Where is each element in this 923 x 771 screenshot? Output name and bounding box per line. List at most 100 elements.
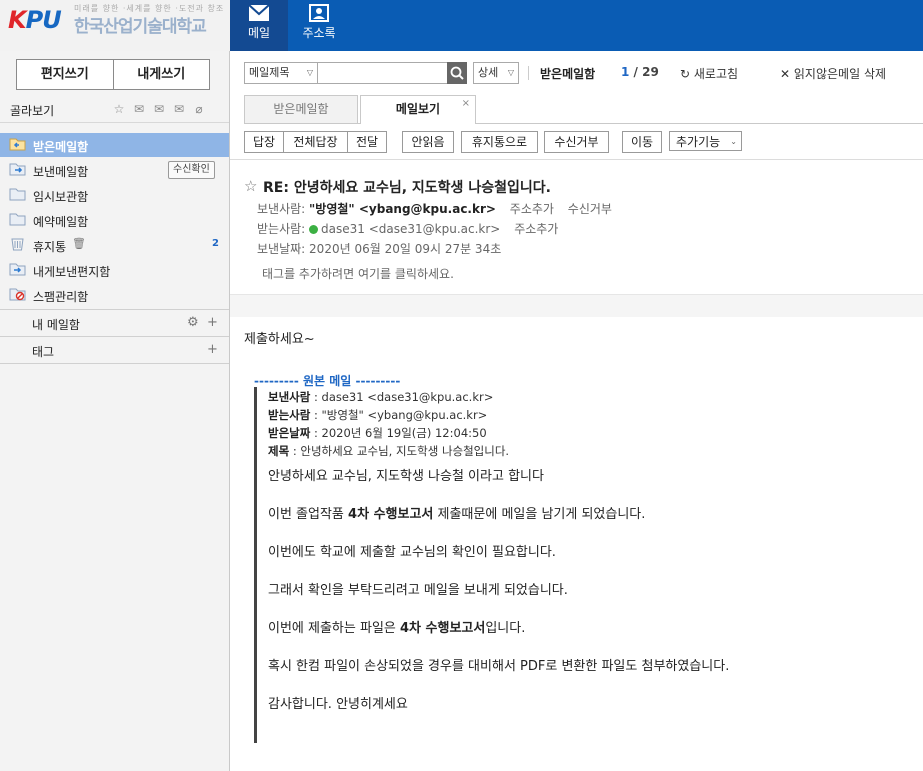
quote-bar <box>254 387 257 743</box>
sidebar-item-spam[interactable]: 스팸관리함 <box>0 283 229 307</box>
chevron-down-icon: ⌄ <box>730 137 737 146</box>
mail-subject: RE: 안녕하세요 교수님, 지도학생 나승철입니다. <box>263 180 551 196</box>
tab-close-icon[interactable]: × <box>462 90 470 117</box>
paragraph-text: 제출때문에 메일을 남기게 되었습니다. <box>433 507 646 522</box>
original-to: 받는사람 : "방영철" <ybang@kpu.ac.kr> <box>268 407 487 423</box>
original-paragraph: 안녕하세요 교수님, 지도학생 나승철 이라고 합니다 <box>268 469 544 484</box>
quick-filter-row: 골라보기 ☆ ✉ ✉ ✉ ⌀ <box>0 96 229 123</box>
tags-section[interactable]: 태그 + <box>0 336 229 364</box>
quick-filter-icons: ☆ ✉ ✉ ✉ ⌀ <box>112 102 206 116</box>
sidebar-item-trash[interactable]: 휴지통 🗑 2 <box>0 233 229 257</box>
mail-icon[interactable]: ✉ <box>132 102 146 116</box>
attach-icon[interactable]: ⌀ <box>192 102 206 116</box>
original-paragraph: 그래서 확인을 부탁드리려고 메일을 보내게 되었습니다. <box>268 583 568 598</box>
detail-search-label: 상세 <box>478 66 499 79</box>
original-paragraph: 이번 졸업작품 4차 수행보고서 제출때문에 메일을 남기게 되었습니다. <box>268 503 645 522</box>
trash-icon <box>11 238 24 251</box>
move-to-trash-button[interactable]: 휴지통으로 <box>461 131 538 153</box>
sidebar-item-label: 예약메일함 <box>33 215 89 229</box>
refresh-button[interactable]: ↻ 새로고침 <box>680 65 738 82</box>
reply-button[interactable]: 답장 <box>244 131 284 153</box>
original-mail-separator: --------- 원본 메일 --------- <box>254 374 401 388</box>
forward-button[interactable]: 전달 <box>347 131 387 153</box>
original-subject: 제목 : 안녕하세요 교수님, 지도학생 나승철입니다. <box>268 443 509 459</box>
tab-inbox[interactable]: 받은메일함 <box>244 95 358 123</box>
from-value[interactable]: "방영철" <ybang@kpu.ac.kr> <box>309 202 496 216</box>
header-body-divider <box>230 294 923 317</box>
quick-filter-label: 골라보기 <box>10 104 55 118</box>
add-contact-link[interactable]: 주소추가 <box>514 222 558 236</box>
sidebar-item-label: 보낸메일함 <box>33 165 89 179</box>
add-tag-icon[interactable]: + <box>207 342 218 357</box>
from-label: 보낸사람: <box>257 202 306 216</box>
search-button[interactable] <box>447 62 467 84</box>
mark-unread-button[interactable]: 안읽음 <box>402 131 454 153</box>
page-total: 29 <box>642 65 659 79</box>
date-value: 2020년 06월 20일 09시 27분 34초 <box>309 242 502 256</box>
detail-search-select[interactable]: 상세 ▽ <box>473 62 519 84</box>
sidebar-item-inbox[interactable]: 받은메일함 <box>0 133 229 157</box>
my-mailbox-label: 내 메일함 <box>32 318 80 332</box>
mail-me-icon[interactable]: ✉ <box>172 102 186 116</box>
star-icon[interactable]: ☆ <box>244 177 257 195</box>
sidebar-item-self-sent[interactable]: 내게보낸편지함 <box>0 258 229 282</box>
logo[interactable]: KPU 미래를 향한 ·세계를 향한 ·도전과 창조 한국산업기술대학교 <box>0 0 230 51</box>
tags-label: 태그 <box>32 345 55 359</box>
mail-open-icon[interactable]: ✉ <box>152 102 166 116</box>
chevron-down-icon: ▽ <box>306 68 313 77</box>
gear-icon[interactable]: ⚙ <box>187 315 199 330</box>
mail-icon <box>248 4 270 21</box>
add-contact-link[interactable]: 주소추가 <box>510 202 554 216</box>
page-separator: / <box>629 65 643 79</box>
to-label: 받는사람: <box>257 222 306 236</box>
date-label: 보낸날짜: <box>257 242 306 256</box>
date-row: 보낸날짜: 2020년 06월 20일 09시 27분 34초 <box>257 240 501 257</box>
more-functions-label: 추가기능 <box>676 135 721 149</box>
refresh-icon: ↻ <box>680 67 691 81</box>
search-field-select[interactable]: 메일제목 ▽ <box>244 62 318 84</box>
nav-mail[interactable]: 메일 <box>230 0 288 51</box>
more-functions-select[interactable]: 추가기능 ⌄ <box>669 131 742 151</box>
compose-button[interactable]: 편지쓰기 <box>17 60 113 89</box>
move-button[interactable]: 이동 <box>622 131 662 153</box>
delete-unread-button[interactable]: ✕ 읽지않은메일 삭제 <box>780 65 886 82</box>
sidebar-item-reserved[interactable]: 예약메일함 <box>0 208 229 232</box>
sidebar-item-drafts[interactable]: 임시보관함 <box>0 183 229 207</box>
tab-bar: 받은메일함 메일보기 × <box>244 95 923 124</box>
nav-contacts[interactable]: 주소록 <box>290 0 348 51</box>
refresh-label: 새로고침 <box>693 67 739 81</box>
sidebar-item-label: 받은메일함 <box>33 140 89 154</box>
paragraph-text: 이번 졸업작품 <box>268 507 349 522</box>
to-value[interactable]: dase31 <dase31@kpu.ac.kr> <box>321 222 500 236</box>
original-paragraph: 이번에도 학교에 제출할 교수님의 확인이 필요합니다. <box>268 545 556 560</box>
my-mailbox-section[interactable]: 내 메일함 ⚙ + <box>0 309 229 336</box>
original-from-label: 보낸사람 <box>268 390 311 404</box>
tab-mail-view[interactable]: 메일보기 × <box>360 95 476 124</box>
tab-mail-view-label: 메일보기 <box>395 102 441 116</box>
original-paragraph: 이번에 제출하는 파일은 4차 수행보고서입니다. <box>268 617 525 636</box>
star-icon[interactable]: ☆ <box>112 102 126 116</box>
add-mailbox-icon[interactable]: + <box>207 315 218 330</box>
kpu-logo-mark: KPU <box>8 6 62 34</box>
compose-self-button[interactable]: 내게쓰기 <box>112 60 210 89</box>
block-link[interactable]: 수신거부 <box>568 202 612 216</box>
sidebar-item-label: 임시보관함 <box>33 190 89 204</box>
tag-add-hint[interactable]: 태그를 추가하려면 여기를 클릭하세요. <box>262 265 454 282</box>
original-date: 받은날짜 : 2020년 6월 19일(금) 12:04:50 <box>268 425 487 441</box>
empty-trash-icon[interactable]: 🗑 <box>72 237 86 250</box>
search-icon <box>450 66 464 80</box>
trash-count: 2 <box>212 238 219 249</box>
read-receipt-button[interactable]: 수신확인 <box>168 161 215 179</box>
search-field-value: 메일제목 <box>249 66 290 79</box>
nav-mail-label: 메일 <box>247 26 271 40</box>
search-input[interactable] <box>317 62 449 84</box>
sidebar-item-sent[interactable]: 보낸메일함 수신확인 <box>0 158 229 182</box>
main-panel: 메일제목 ▽ 상세 ▽ 받은메일함 1 / 29 ↻ 새로고침 ✕ 읽지않은메일 삭… <box>230 51 923 771</box>
original-date-value: : 2020년 6월 19일(금) 12:04:50 <box>313 426 487 440</box>
sidebar-item-label: 내게보낸편지함 <box>33 265 111 279</box>
block-sender-button[interactable]: 수신거부 <box>544 131 609 153</box>
search-row: 메일제목 ▽ 상세 ▽ 받은메일함 1 / 29 ↻ 새로고침 ✕ 읽지않은메일 삭… <box>244 62 923 84</box>
original-date-label: 받은날짜 <box>268 426 311 440</box>
original-to-value: : "방영철" <ybang@kpu.ac.kr> <box>313 408 488 422</box>
reply-all-button[interactable]: 전체답장 <box>283 131 348 153</box>
